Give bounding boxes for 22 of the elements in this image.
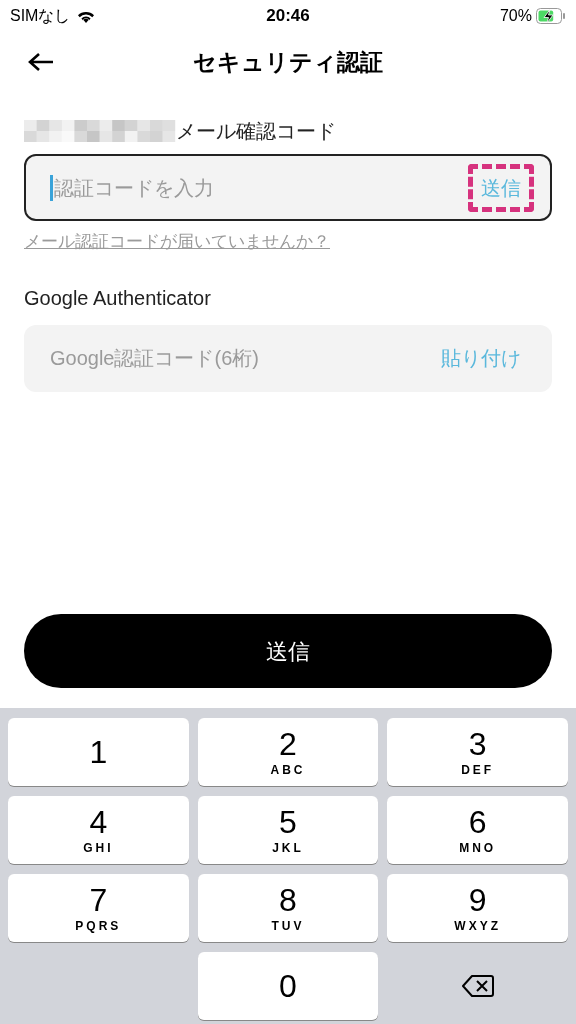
keypad-key[interactable]: 4 GHI (8, 796, 189, 864)
back-arrow-icon (28, 52, 54, 72)
authenticator-label: Google Authenticator (24, 285, 212, 311)
keypad-key[interactable]: 0 (197, 952, 379, 1020)
submit-button[interactable]: 送信 (24, 614, 552, 688)
keypad-key[interactable]: 8 TUV (197, 874, 379, 942)
keypad-key[interactable]: 5 JKL (197, 796, 379, 864)
keypad-key[interactable]: 6 MNO (387, 796, 568, 864)
carrier-label: SIMなし (10, 6, 71, 26)
clock: 20:46 (266, 5, 310, 28)
battery-percent: 70% (499, 6, 532, 26)
code-input[interactable]: Google認証コード(6桁) (50, 343, 428, 373)
keypad-key[interactable]: 2 ABC (197, 718, 379, 786)
text-cursor (50, 174, 53, 201)
page-title: セキュリティ認証 (193, 47, 383, 77)
code-input[interactable]: 認証コードを入力 (54, 172, 468, 203)
keypad-key[interactable]: 3 DEF (387, 718, 568, 786)
keypad-key[interactable]: 9 WXYZ (387, 874, 568, 942)
keypad-key[interactable]: 1 (8, 718, 189, 786)
backspace-icon (461, 974, 494, 998)
email-code-label: メール確認コード (176, 119, 336, 144)
keypad-key[interactable]: 7 PQRS (8, 874, 189, 942)
